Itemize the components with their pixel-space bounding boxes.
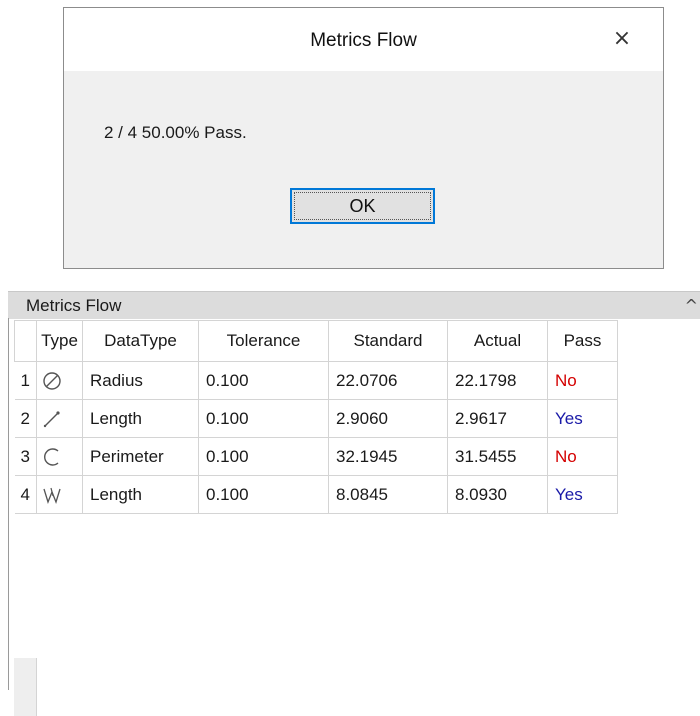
metrics-flow-panel: Metrics Flow ^ Type DataType Tolerance S… (8, 291, 700, 716)
row-index: 2 (14, 399, 37, 438)
table-row[interactable]: 4 Length 0.100 8.0845 8.0930 Yes (14, 475, 618, 514)
metrics-grid: Type DataType Tolerance Standard Actual … (8, 318, 700, 716)
row-header-gutter (14, 658, 37, 716)
cell-actual: 22.1798 (447, 361, 548, 400)
row-header-corner (14, 320, 37, 362)
cell-pass: No (547, 437, 618, 476)
dialog-message: 2 / 4 50.00% Pass. (104, 123, 247, 142)
row-index: 3 (14, 437, 37, 476)
table-row[interactable]: 1 Radius 0.100 22.0706 22.1798 No (14, 361, 618, 400)
column-header-pass[interactable]: Pass (547, 320, 618, 362)
cell-standard: 2.9060 (328, 399, 448, 438)
dialog-title: Metrics Flow (310, 30, 417, 51)
cell-tolerance: 0.100 (198, 361, 329, 400)
cell-datatype: Radius (82, 361, 199, 400)
cell-tolerance: 0.100 (198, 475, 329, 514)
cell-pass: Yes (547, 399, 618, 438)
cell-actual: 31.5455 (447, 437, 548, 476)
table-row[interactable]: 3 Perimeter 0.100 32.1945 31.5455 No (14, 437, 618, 476)
cell-standard: 8.0845 (328, 475, 448, 514)
cell-actual: 2.9617 (447, 399, 548, 438)
column-header-datatype[interactable]: DataType (82, 320, 199, 362)
cell-actual: 8.0930 (447, 475, 548, 514)
column-header-standard[interactable]: Standard (328, 320, 448, 362)
table-row[interactable]: 2 Length 0.100 2.9060 2.9617 Yes (14, 399, 618, 438)
cell-datatype: Perimeter (82, 437, 199, 476)
diameter-icon (36, 361, 83, 400)
row-index: 1 (14, 361, 37, 400)
column-header-actual[interactable]: Actual (447, 320, 548, 362)
cell-standard: 32.1945 (328, 437, 448, 476)
column-header-tolerance[interactable]: Tolerance (198, 320, 329, 362)
cell-tolerance: 0.100 (198, 437, 329, 476)
dialog-titlebar[interactable]: Metrics Flow × (64, 8, 663, 71)
message-dialog: Metrics Flow × 2 / 4 50.00% Pass. OK (63, 7, 664, 269)
cell-tolerance: 0.100 (198, 399, 329, 438)
close-icon[interactable]: × (609, 26, 635, 52)
cell-pass: No (547, 361, 618, 400)
metrics-table: Type DataType Tolerance Standard Actual … (14, 320, 618, 514)
dialog-body: 2 / 4 50.00% Pass. OK (64, 71, 663, 268)
panel-title: Metrics Flow (26, 296, 122, 315)
arc-icon (36, 437, 83, 476)
ok-button[interactable]: OK (290, 188, 435, 224)
table-header-row: Type DataType Tolerance Standard Actual … (14, 320, 618, 362)
cell-datatype: Length (82, 399, 199, 438)
row-index: 4 (14, 475, 37, 514)
collapse-icon[interactable]: ^ (685, 296, 698, 315)
column-header-type[interactable]: Type (36, 320, 83, 362)
cell-datatype: Length (82, 475, 199, 514)
panel-header: Metrics Flow ^ (8, 291, 700, 319)
polyline-icon (36, 475, 83, 514)
cell-standard: 22.0706 (328, 361, 448, 400)
cell-pass: Yes (547, 475, 618, 514)
line-length-icon (36, 399, 83, 438)
